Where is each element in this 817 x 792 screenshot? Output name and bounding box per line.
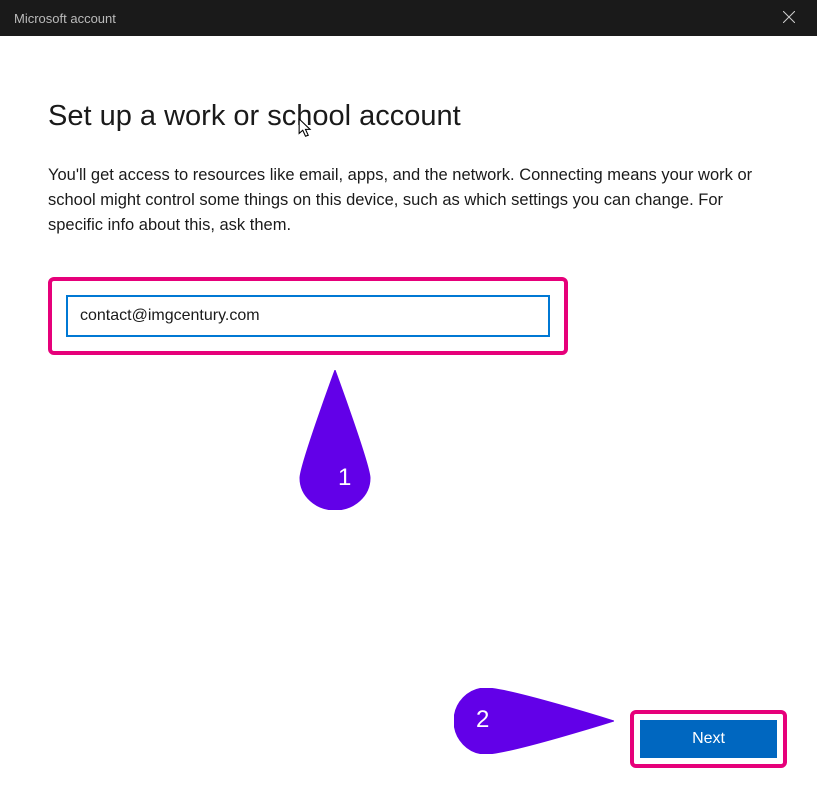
titlebar-title: Microsoft account [14,11,116,26]
next-button[interactable]: Next [640,720,777,758]
page-title: Set up a work or school account [48,100,769,133]
annotation-marker-2: 2 [454,688,614,759]
email-callout-box [48,277,568,355]
next-callout-box: Next [630,710,787,768]
annotation-number-2: 2 [476,706,489,734]
dialog-content: Set up a work or school account You'll g… [0,36,817,403]
description-text: You'll get access to resources like emai… [48,163,768,237]
titlebar: Microsoft account [0,0,817,36]
close-x-svg [783,11,795,23]
annotation-number-1: 1 [338,464,351,492]
email-field[interactable] [66,295,550,337]
teardrop-2-svg [454,688,614,754]
close-icon[interactable] [775,6,803,31]
